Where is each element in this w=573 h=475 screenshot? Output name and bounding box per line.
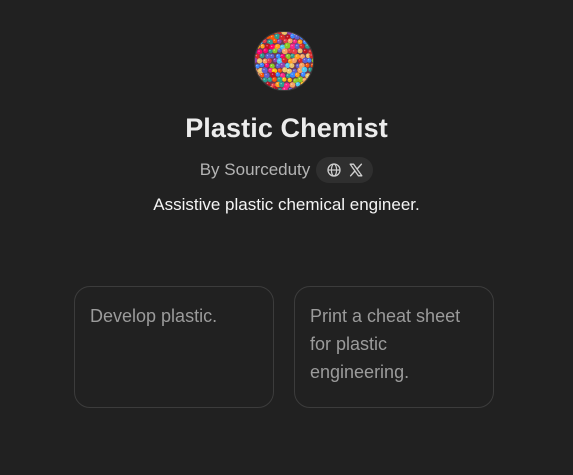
x-logo-icon[interactable] — [348, 162, 364, 178]
author-label: By Sourceduty — [199, 160, 311, 179]
gpt-description: Assistive plastic chemical engineer. — [153, 195, 420, 214]
avatar — [254, 31, 314, 91]
gpt-profile-page: Plastic Chemist By Sourceduty Assistive … — [0, 0, 573, 475]
page-title: Plastic Chemist — [185, 113, 388, 143]
social-links — [316, 156, 374, 183]
conversation-starter-develop-plastic[interactable]: Develop plastic. — [74, 286, 274, 408]
conversation-starter-cheat-sheet[interactable]: Print a cheat sheet for plastic engineer… — [294, 286, 494, 408]
starter-text: Develop plastic. — [90, 306, 218, 326]
author-byline: By Sourceduty — [0, 156, 573, 183]
plastic-beads-image — [255, 32, 313, 90]
globe-icon[interactable] — [326, 162, 342, 178]
starter-text: Print a cheat sheet for plastic engineer… — [310, 306, 461, 382]
